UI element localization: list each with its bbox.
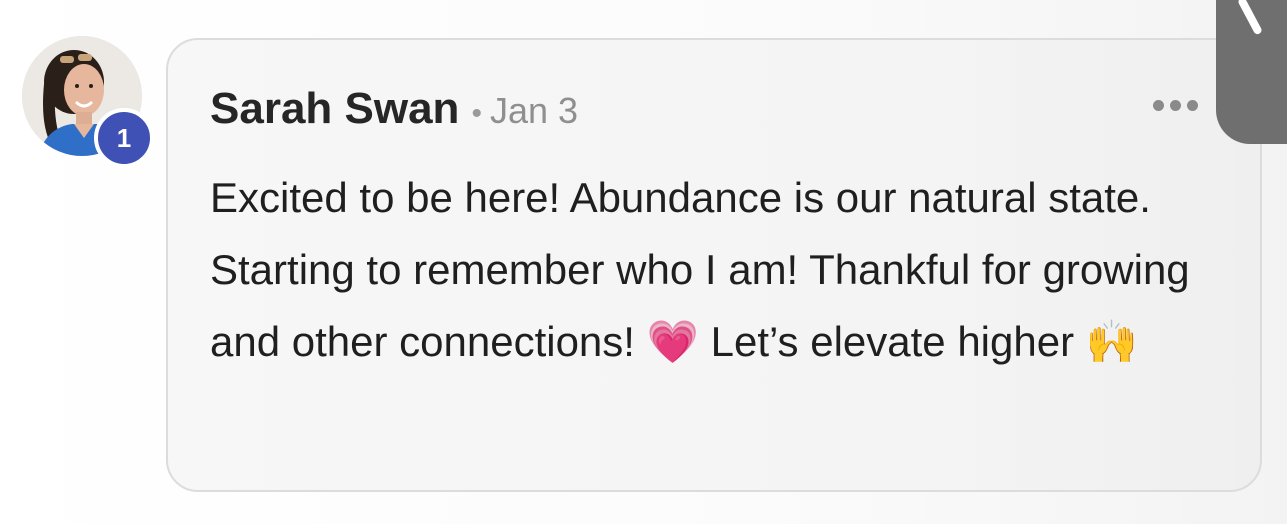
more-dot xyxy=(1153,100,1164,111)
author-name[interactable]: Sarah Swan xyxy=(210,84,459,134)
more-dot xyxy=(1170,100,1181,111)
comment-card: Sarah Swan • Jan 3 Excited to be here! A… xyxy=(166,38,1262,492)
more-horizontal-icon[interactable] xyxy=(1153,100,1198,111)
comment-thread: 1 Sarah Swan • Jan 3 Excited to be here!… xyxy=(0,0,1287,524)
comment-header: Sarah Swan • Jan 3 xyxy=(210,84,578,134)
notification-badge: 1 xyxy=(94,108,154,168)
avatar-container[interactable]: 1 xyxy=(22,36,154,168)
slash-icon xyxy=(1237,0,1263,36)
more-dot xyxy=(1187,100,1198,111)
collapse-tab[interactable] xyxy=(1216,0,1287,144)
meta-separator: • xyxy=(471,97,482,130)
comment-date[interactable]: Jan 3 xyxy=(490,90,578,132)
comment-text: Excited to be here! Abundance is our nat… xyxy=(210,174,1190,365)
